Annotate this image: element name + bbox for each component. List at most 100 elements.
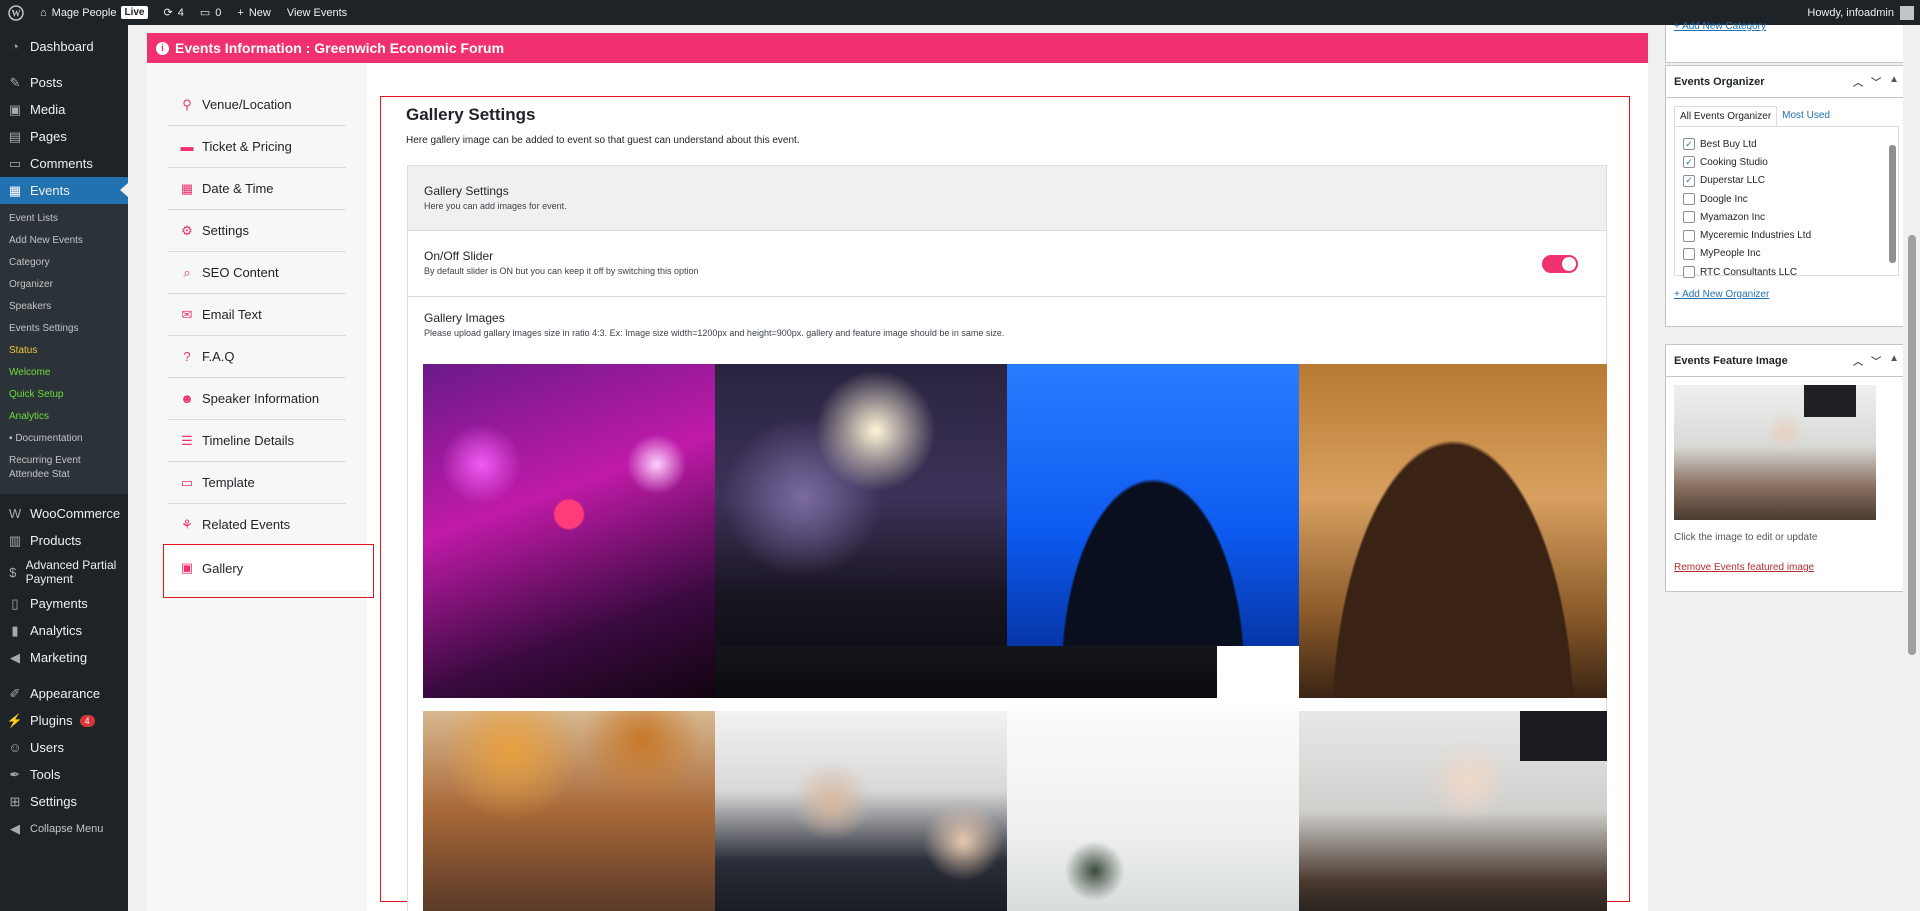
toggle-panel-icon[interactable]: ▲ (1889, 353, 1899, 368)
sidebar-item-media[interactable]: ▣ Media (0, 96, 128, 123)
chevron-down-icon[interactable]: ﹀ (1871, 353, 1881, 368)
list-item[interactable]: Myamazon Inc (1675, 208, 1898, 226)
calendar-icon: ▦ (180, 180, 194, 196)
sidebar-item-dashboard[interactable]: ◔ Dashboard (0, 33, 128, 60)
admin-bar: W ⌂ Mage People Live ⟳ 4 ▭ 0 + New View … (0, 0, 1920, 25)
page-scrollbar[interactable] (1903, 25, 1920, 911)
gallery-image-presentation-room[interactable] (1007, 711, 1299, 911)
gallery-image-concert-lights[interactable] (423, 364, 715, 698)
checkbox[interactable] (1683, 211, 1695, 224)
gallery-image-friends-autumn[interactable] (423, 711, 715, 911)
sidebar-item-events[interactable]: ▦ Events (0, 177, 128, 204)
howdy-link[interactable]: Howdy, infoadmin (1807, 7, 1894, 19)
slider-toggle[interactable] (1542, 255, 1578, 273)
list-item[interactable]: ✓ Duperstar LLC (1675, 172, 1898, 190)
submenu-recurring-event-attendee-stat[interactable]: Recurring Event Attendee Stat (0, 450, 128, 486)
list-item[interactable]: Myceremic Industries Ltd (1675, 226, 1898, 244)
submenu-status[interactable]: Status (0, 340, 128, 362)
scrollbar-thumb[interactable] (1889, 145, 1896, 263)
chevron-up-icon[interactable]: ︿ (1853, 74, 1863, 89)
feature-image-hint: Click the image to edit or update (1674, 532, 1818, 543)
featured-image[interactable] (1674, 385, 1876, 520)
tab-speaker-information[interactable]: ☻ Speaker Information (168, 378, 346, 420)
wrench-icon: ✒ (9, 766, 21, 782)
submenu-category[interactable]: Category (0, 252, 128, 274)
sidebar-item-woocommerce[interactable]: W WooCommerce (0, 500, 128, 527)
submenu-quick-setup[interactable]: Quick Setup (0, 384, 128, 406)
submenu-events-settings[interactable]: Events Settings (0, 318, 128, 340)
sidebar-item-marketing[interactable]: ◀ Marketing (0, 644, 128, 671)
checkbox[interactable] (1683, 229, 1695, 242)
comments-link[interactable]: ▭ 0 (192, 0, 230, 25)
tab-email-text[interactable]: ✉ Email Text (168, 294, 346, 336)
collapse-menu-button[interactable]: ◀ Collapse Menu (0, 815, 128, 842)
chevron-down-icon[interactable]: ﹀ (1871, 74, 1881, 89)
list-item[interactable]: Doogle Inc (1675, 190, 1898, 208)
tab-faq[interactable]: ? F.A.Q (168, 336, 346, 378)
site-name-link[interactable]: ⌂ Mage People Live (32, 0, 156, 25)
tab-venue-location[interactable]: ⚲ Venue/Location (168, 84, 346, 126)
gallery-image-conference-speaker[interactable] (1299, 364, 1607, 698)
list-item[interactable]: ✓ Cooking Studio (1675, 153, 1898, 171)
submenu-documentation[interactable]: ▪ Documentation (0, 428, 128, 450)
tab-timeline-details[interactable]: ☰ Timeline Details (168, 420, 346, 462)
chevron-up-icon[interactable]: ︿ (1853, 353, 1863, 368)
sidebar-item-posts[interactable]: ✎ Posts (0, 69, 128, 96)
feature-image-box-header: Events Feature Image ︿ ﹀ ▲ (1666, 345, 1907, 377)
submenu-speakers[interactable]: Speakers (0, 296, 128, 318)
checkbox-checked[interactable]: ✓ (1683, 174, 1695, 187)
submenu-add-new-events[interactable]: Add New Events (0, 230, 128, 252)
add-new-organizer-link[interactable]: + Add New Organizer (1674, 289, 1769, 300)
toggle-panel-icon[interactable]: ▲ (1889, 74, 1899, 89)
sidebar-item-analytics[interactable]: ▮ Analytics (0, 617, 128, 644)
checkbox-checked[interactable]: ✓ (1683, 138, 1695, 151)
tab-ticket-pricing[interactable]: ▬ Ticket & Pricing (168, 126, 346, 168)
list-item[interactable]: ✓ Best Buy Ltd (1675, 135, 1898, 153)
new-content-link[interactable]: + New (229, 0, 278, 25)
submenu-welcome[interactable]: Welcome (0, 362, 128, 384)
submenu-analytics[interactable]: Analytics (0, 406, 128, 428)
sidebar-item-pages[interactable]: ▤ Pages (0, 123, 128, 150)
view-events-link[interactable]: View Events (279, 0, 355, 25)
gallery-image-business-people[interactable] (715, 711, 1007, 911)
submenu-organizer[interactable]: Organizer (0, 274, 128, 296)
list-item[interactable]: MyPeople Inc (1675, 245, 1898, 263)
tab-date-time[interactable]: ▦ Date & Time (168, 168, 346, 210)
add-new-category-link[interactable]: + Add New Category (1674, 21, 1766, 32)
tab-most-used[interactable]: Most Used (1777, 106, 1835, 126)
sidebar-item-payments[interactable]: ▯ Payments (0, 590, 128, 617)
info-icon: i (156, 41, 169, 55)
sidebar-item-plugins[interactable]: ⚡ Plugins 4 (0, 707, 128, 734)
search-icon: ⌕ (183, 264, 191, 280)
checkbox[interactable] (1683, 193, 1695, 206)
page-scrollbar-thumb[interactable] (1908, 235, 1916, 655)
updates-link[interactable]: ⟳ 4 (156, 0, 192, 25)
dashboard-icon: ◔ (11, 39, 19, 54)
tab-all-events-organizer[interactable]: All Events Organizer (1674, 106, 1778, 126)
sidebar-item-appearance[interactable]: ✐ Appearance (0, 680, 128, 707)
list-item[interactable]: RTC Consultants LLC (1675, 263, 1898, 281)
organizer-scrollbar[interactable] (1889, 133, 1896, 273)
checkbox[interactable] (1683, 247, 1695, 260)
tab-template[interactable]: ▭ Template (168, 462, 346, 504)
submenu-event-lists[interactable]: Event Lists (0, 208, 128, 230)
megaphone-icon: ◀ (10, 649, 20, 665)
tab-related-events[interactable]: ⚘ Related Events (168, 504, 346, 546)
tab-settings[interactable]: ⚙ Settings (168, 210, 346, 252)
gallery-image-speaker-blue-stage[interactable] (1007, 364, 1299, 646)
gallery-settings-box-header: Gallery Settings Here you can add images… (407, 165, 1607, 231)
checkbox[interactable] (1683, 266, 1695, 279)
sidebar-item-tools[interactable]: ✒ Tools (0, 761, 128, 788)
remove-featured-image-link[interactable]: Remove Events featured image (1674, 562, 1814, 573)
pages-icon: ▤ (8, 128, 22, 144)
sidebar-item-settings[interactable]: ⊞ Settings (0, 788, 128, 815)
sidebar-item-advanced-partial-payment[interactable]: $ Advanced Partial Payment (0, 554, 128, 590)
avatar[interactable] (1900, 5, 1914, 20)
wordpress-logo-icon[interactable]: W (0, 0, 32, 25)
sidebar-item-comments[interactable]: ▭ Comments (0, 150, 128, 177)
sidebar-item-users[interactable]: ☺ Users (0, 734, 128, 761)
tab-seo-content[interactable]: ⌕ SEO Content (168, 252, 346, 294)
cogs-icon: ⚙ (181, 222, 193, 238)
sidebar-item-products[interactable]: ▥ Products (0, 527, 128, 554)
checkbox-checked[interactable]: ✓ (1683, 156, 1695, 169)
